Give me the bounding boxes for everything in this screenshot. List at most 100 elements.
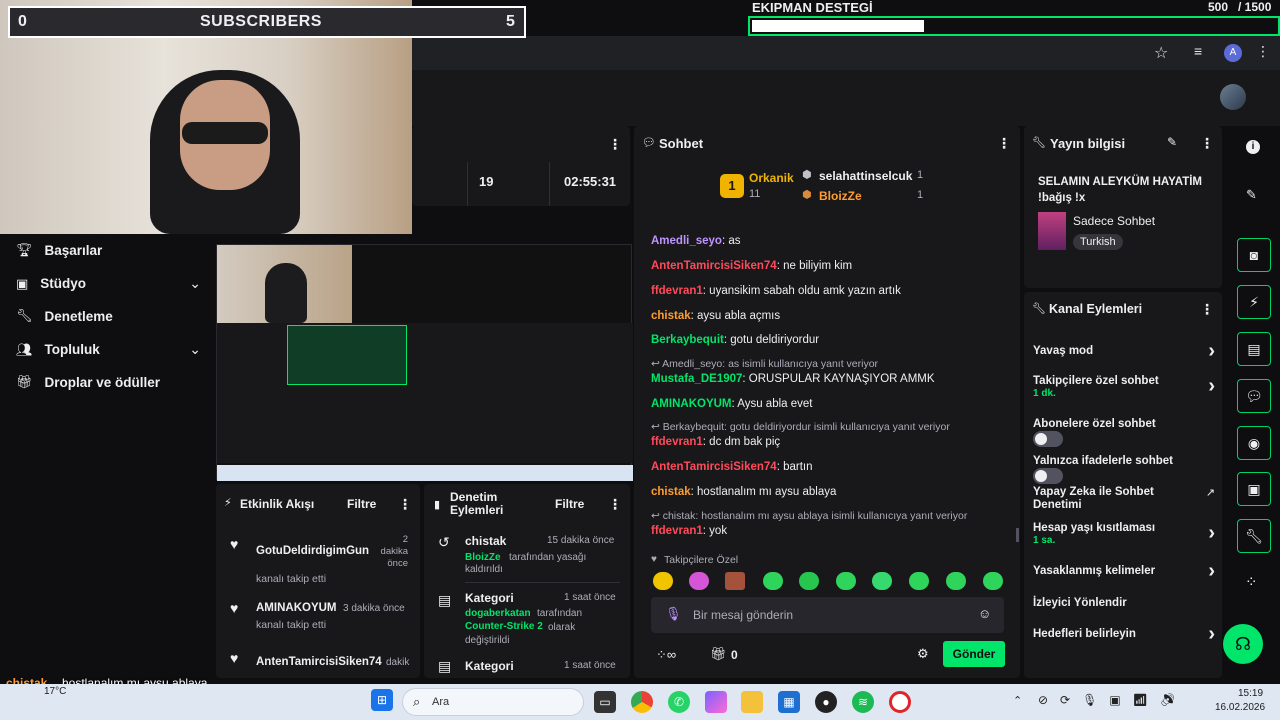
emote-face[interactable] <box>725 572 745 590</box>
emote-pacman[interactable] <box>653 572 673 590</box>
chat-username[interactable]: chistak <box>651 486 691 498</box>
toggle-switch[interactable] <box>1033 468 1063 484</box>
channel-action-item[interactable]: Yalnızca ifadelerle sohbet <box>1033 455 1215 484</box>
language-tag[interactable]: Turkish <box>1073 234 1123 250</box>
camera-icon[interactable]: ◙ <box>1237 238 1271 272</box>
chevron-right-icon[interactable]: › <box>1208 623 1215 646</box>
emote-green-3[interactable] <box>836 572 856 590</box>
store-icon[interactable]: ▦ <box>778 691 800 713</box>
edit-icon[interactable]: ✎ <box>1246 187 1257 203</box>
chevron-down-icon[interactable]: ⌄ <box>189 341 201 358</box>
filter-button[interactable]: Filtre <box>555 497 584 511</box>
chat-username[interactable]: Berkaybequit <box>651 334 724 346</box>
tray-chevron-icon[interactable]: ⌃ <box>1013 694 1022 707</box>
sub-count: 0 <box>18 13 27 30</box>
emote-green-4[interactable] <box>872 572 892 590</box>
rank1-user[interactable]: Orkanik <box>749 171 794 185</box>
external-link-icon[interactable]: ↗ <box>1206 486 1215 499</box>
chat-username[interactable]: Amedli_seyo <box>651 235 722 247</box>
broadcast-icon[interactable]: ◉ <box>1237 426 1271 460</box>
wrench-icon[interactable]: 🔧︎ <box>1237 519 1271 553</box>
channel-action-item[interactable]: İzleyici Yönlendir <box>1033 597 1215 610</box>
emote-green-5[interactable] <box>909 572 929 590</box>
spotify-icon[interactable]: ≋ <box>852 691 874 713</box>
chevron-down-icon[interactable]: ⌄ <box>189 275 201 292</box>
taskbar-search[interactable]: ⌕ Ara <box>402 688 584 716</box>
rank2-user[interactable]: selahattinselcuk <box>819 169 912 183</box>
file-explorer-icon[interactable] <box>741 691 763 713</box>
user-avatar[interactable] <box>1220 84 1246 110</box>
chat-username[interactable]: AMINAKOYUM <box>651 398 732 410</box>
emote-green-1[interactable] <box>763 572 783 590</box>
channel-action-item[interactable]: Hedefleri belirleyin › <box>1033 623 1215 645</box>
category-name[interactable]: Sadece Sohbet <box>1073 214 1155 228</box>
more-options-icon[interactable]: ⋮ <box>608 496 622 513</box>
more-options-icon[interactable]: ⋮ <box>1200 135 1214 152</box>
whatsapp-icon[interactable]: ✆ <box>668 691 690 713</box>
nav-item-community[interactable]: 👥︎ Topluluk ⌄ <box>16 341 201 358</box>
emote-green-7[interactable] <box>983 572 1003 590</box>
emote-pink[interactable] <box>689 572 709 590</box>
obs-icon[interactable]: ● <box>815 691 837 713</box>
emote-green-6[interactable] <box>946 572 966 590</box>
more-apps-icon[interactable]: ⁘ <box>1245 573 1258 591</box>
document-icon[interactable]: ▤ <box>1237 332 1271 366</box>
channel-action-item[interactable]: Abonelere özel sohbet <box>1033 418 1215 447</box>
channel-points-icon[interactable]: ⁘∞ <box>656 647 676 663</box>
chat-username[interactable]: ffdevran1 <box>651 436 703 448</box>
pencil-icon[interactable]: ✎ <box>1167 135 1177 149</box>
emoji-icon[interactable]: ☺ <box>978 606 991 621</box>
chat-username[interactable]: ffdevran1 <box>651 525 703 537</box>
gift-icon: 🎁︎ <box>16 374 33 389</box>
bolt-icon[interactable]: ⚡︎ <box>1237 285 1271 319</box>
chevron-right-icon[interactable]: › <box>1208 340 1215 363</box>
support-button[interactable]: ☊ <box>1223 624 1263 664</box>
nav-item-achievements[interactable]: 🏆︎ Başarılar <box>16 242 102 258</box>
channel-action-item[interactable]: Yavaş mod › <box>1033 340 1215 362</box>
chevron-right-icon[interactable]: › <box>1208 522 1215 545</box>
chat-input[interactable]: 🎙︎ Bir mesaj gönderin ☺ <box>651 597 1004 633</box>
chat-username[interactable]: ffdevran1 <box>651 285 703 297</box>
chat-text: : aysu abla açmıs <box>690 310 781 322</box>
chat-username[interactable]: AntenTamircisiSiken74 <box>651 260 777 272</box>
star-icon[interactable]: ☆ <box>1154 43 1168 63</box>
settings-icon[interactable]: ⚙ <box>917 646 929 662</box>
chevron-right-icon[interactable]: › <box>1208 375 1215 398</box>
copilot-icon[interactable] <box>705 691 727 713</box>
chat-username[interactable]: Mustafa_DE1907 <box>651 373 742 385</box>
video-icon[interactable]: ▣ <box>1237 472 1271 506</box>
nav-item-moderation[interactable]: 🔧︎ Denetleme <box>16 308 113 324</box>
chat-username[interactable]: AntenTamircisiSiken74 <box>651 461 777 473</box>
channel-action-item[interactable]: Takipçilere özel sohbet 1 dk. › <box>1033 375 1215 399</box>
info-icon[interactable]: i <box>1246 140 1260 154</box>
gift-icon[interactable]: 🎁︎ <box>710 646 727 662</box>
filter-button[interactable]: Filtre <box>347 497 376 511</box>
chrome-icon[interactable] <box>631 691 653 713</box>
scroll-bar[interactable] <box>1016 528 1019 542</box>
toggle-switch[interactable] <box>1033 431 1063 447</box>
rank3-user[interactable]: BloizZe <box>819 189 862 203</box>
task-view-icon[interactable]: ▭ <box>594 691 616 713</box>
more-options-icon[interactable]: ⋮ <box>398 496 412 513</box>
chat-icon[interactable]: 💬︎ <box>1237 379 1271 413</box>
mic-icon[interactable]: 🎙︎ <box>665 606 682 622</box>
start-button[interactable]: ⊞ <box>371 689 393 711</box>
chat-username[interactable]: chistak <box>651 310 691 322</box>
more-options-icon[interactable]: ⋮ <box>1200 301 1214 318</box>
send-button[interactable]: Gönder <box>943 641 1005 667</box>
chevron-right-icon[interactable]: › <box>1208 560 1215 583</box>
nav-item-studio[interactable]: ▣ Stüdyo ⌄ <box>16 275 201 292</box>
nav-item-drops[interactable]: 🎁︎ Droplar ve ödüller <box>16 374 160 390</box>
more-options-icon[interactable]: ⋮ <box>997 135 1011 152</box>
kebab-menu-icon[interactable]: ⋮ <box>1256 43 1270 60</box>
sidebar-nav: 🏆︎ Başarılar ▣ Stüdyo ⌄ 🔧︎ Denetleme 👥︎ … <box>0 234 214 414</box>
goal-title: EKIPMAN DESTEGİ <box>752 0 873 15</box>
emote-green-2[interactable] <box>799 572 819 590</box>
media-icon[interactable]: ≡ <box>1194 43 1202 59</box>
more-options-icon[interactable]: ⋮ <box>608 136 622 153</box>
channel-action-item[interactable]: Hesap yaşı kısıtlaması 1 sa. › <box>1033 522 1215 546</box>
channel-action-item[interactable]: Yapay Zeka ile Sohbet Denetimi ↗ <box>1033 486 1215 512</box>
channel-action-item[interactable]: Yasaklanmış kelimeler › <box>1033 560 1215 582</box>
opera-icon[interactable] <box>889 691 911 713</box>
profile-avatar[interactable]: A <box>1224 44 1242 62</box>
